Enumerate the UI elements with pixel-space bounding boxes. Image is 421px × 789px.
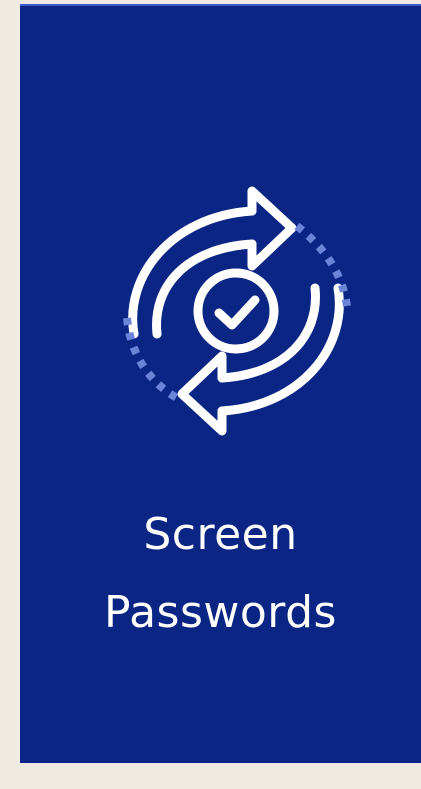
title-line-2: Passwords xyxy=(104,587,337,638)
title-line-1: Screen xyxy=(143,509,298,560)
screen-passwords-card[interactable]: Screen Passwords xyxy=(20,4,421,763)
sync-check-icon xyxy=(102,166,370,456)
